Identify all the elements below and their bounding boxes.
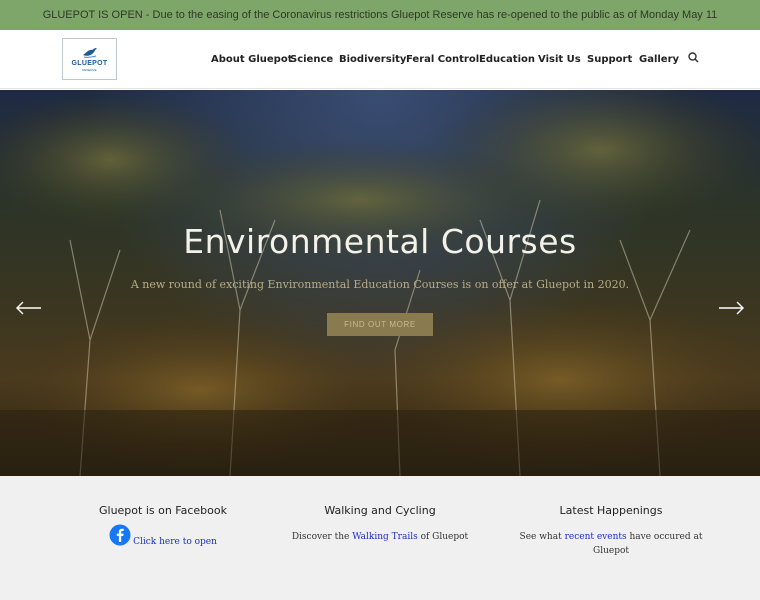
- search-icon[interactable]: [688, 52, 699, 63]
- facebook-row: Click here to open: [53, 523, 273, 547]
- logo-sub: RESERVE: [82, 67, 97, 72]
- walking-widget: Walking and Cycling Discover the Walking…: [270, 504, 490, 544]
- walking-trails-link[interactable]: Walking Trails: [352, 532, 418, 542]
- nav-science[interactable]: Science: [290, 30, 333, 89]
- announcement-bar: GLUEPOT IS OPEN - Due to the easing of t…: [0, 0, 760, 30]
- facebook-link[interactable]: Click here to open: [133, 537, 217, 547]
- walking-text-pre: Discover the: [291, 532, 353, 542]
- announcement-text: GLUEPOT IS OPEN - Due to the easing of t…: [42, 9, 718, 21]
- hero-subtitle: A new round of exciting Environmental Ed…: [130, 278, 630, 291]
- bird-logo-icon: [82, 47, 97, 58]
- footer-widgets: Gluepot is on Facebook Click here to ope…: [0, 476, 760, 600]
- hero-title: Environmental Courses: [183, 222, 577, 261]
- recent-events-link[interactable]: recent events: [565, 532, 627, 542]
- arrow-right-icon[interactable]: [718, 301, 744, 315]
- nav-gallery[interactable]: Gallery: [639, 30, 679, 89]
- facebook-widget: Gluepot is on Facebook Click here to ope…: [53, 504, 273, 547]
- happenings-widget: Latest Happenings See what recent events…: [501, 504, 721, 558]
- nav-education[interactable]: Education: [479, 30, 535, 89]
- site-header: GLUEPOT RESERVE About Gluepot Science Bi…: [0, 30, 760, 89]
- happenings-text-pre: See what: [519, 532, 565, 542]
- nav-about-gluepot[interactable]: About Gluepot: [211, 30, 293, 89]
- hero-slider: Environmental Courses A new round of exc…: [0, 90, 760, 476]
- nav-biodiversity[interactable]: Biodiversity: [339, 30, 406, 89]
- walking-text: Discover the Walking Trails of Gluepot: [270, 530, 490, 544]
- nav-support[interactable]: Support: [587, 30, 632, 89]
- logo-name: GLUEPOT: [71, 59, 108, 67]
- site-logo[interactable]: GLUEPOT RESERVE: [62, 38, 117, 80]
- facebook-title: Gluepot is on Facebook: [98, 504, 227, 517]
- facebook-icon[interactable]: [109, 524, 131, 546]
- find-out-more-button[interactable]: FIND OUT MORE: [327, 313, 433, 336]
- nav-visit-us[interactable]: Visit Us: [538, 30, 581, 89]
- happenings-text: See what recent events have occured at G…: [501, 530, 721, 558]
- happenings-title: Latest Happenings: [559, 504, 663, 517]
- nav-feral-control[interactable]: Feral Control: [406, 30, 479, 89]
- walking-title: Walking and Cycling: [324, 504, 436, 517]
- walking-text-post: of Gluepot: [417, 532, 469, 542]
- arrow-left-icon[interactable]: [16, 301, 42, 315]
